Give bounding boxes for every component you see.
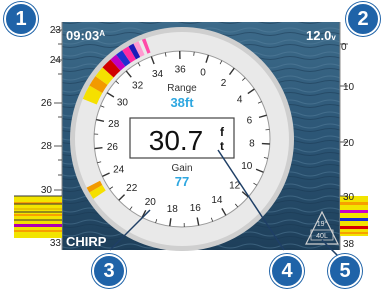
callout-5: 5 — [328, 254, 362, 288]
left-depth-label: 33 — [50, 238, 62, 249]
left-depth-label: 28 — [41, 141, 53, 152]
dial-tick-label: 26 — [107, 142, 119, 153]
left-depth-label: 24 — [50, 55, 62, 66]
left-depth-label: 23 — [50, 25, 62, 36]
battery-voltage-value: 12.0 — [306, 28, 331, 43]
chirp-mode-label: CHIRP — [66, 234, 107, 249]
dial-tick-label: 20 — [145, 197, 157, 208]
dial-tick-label: 6 — [247, 116, 253, 127]
callout-4: 4 — [270, 254, 304, 288]
dial-tick-label: 14 — [211, 195, 223, 206]
depth-unit-t: t — [220, 139, 224, 153]
dial-tick-label: 8 — [249, 138, 255, 149]
dial-tick-label: 36 — [175, 65, 187, 76]
dial-tick-label: 0 — [200, 68, 206, 79]
dial-tick — [193, 51, 195, 56]
dial-tick-label: 2 — [221, 78, 227, 89]
dial-tick-label: 30 — [117, 98, 129, 109]
transducer-model: 40L — [316, 233, 328, 240]
range-label: Range — [167, 83, 197, 94]
dial-tick-label: 10 — [241, 161, 253, 172]
dial-tick-label: 32 — [132, 80, 144, 91]
dial-tick — [94, 146, 103, 150]
depth-value: 30.7 — [149, 125, 204, 156]
dial-tick-label: 28 — [108, 119, 120, 130]
dial-tick-label: 24 — [113, 164, 125, 175]
gain-label: Gain — [171, 163, 192, 174]
dial-tick-label: 22 — [126, 183, 138, 194]
cone-angle: 19° — [317, 220, 328, 228]
right-depth-label: 0 — [341, 42, 347, 53]
clock-time-value: 09:03 — [66, 28, 99, 43]
clock-suffix: A — [99, 29, 105, 38]
callout-2: 2 — [346, 2, 380, 36]
right-depth-label: 38 — [343, 239, 355, 250]
dial-tick-label: 4 — [237, 95, 243, 106]
right-depth-label: 20 — [343, 138, 355, 149]
voltage-unit: v — [331, 33, 336, 42]
left-depth-label: 30 — [41, 185, 53, 196]
gain-value: 77 — [175, 174, 189, 189]
range-value: 38ft — [170, 95, 194, 110]
left-depth-label: 26 — [41, 98, 53, 109]
flasher-screen: 23 24 26 28 30 33 0 10 20 30 38 09:03A 1… — [14, 22, 368, 259]
right-depth-label: 30 — [343, 192, 355, 203]
dial-tick-label: 34 — [152, 69, 164, 80]
dial-tick-label: 18 — [167, 204, 179, 215]
callout-3: 3 — [92, 254, 126, 288]
right-depth-label: 10 — [343, 82, 355, 93]
dial-tick-label: 16 — [190, 203, 202, 214]
callout-1: 1 — [4, 2, 38, 36]
right-sonar-column — [339, 22, 368, 250]
